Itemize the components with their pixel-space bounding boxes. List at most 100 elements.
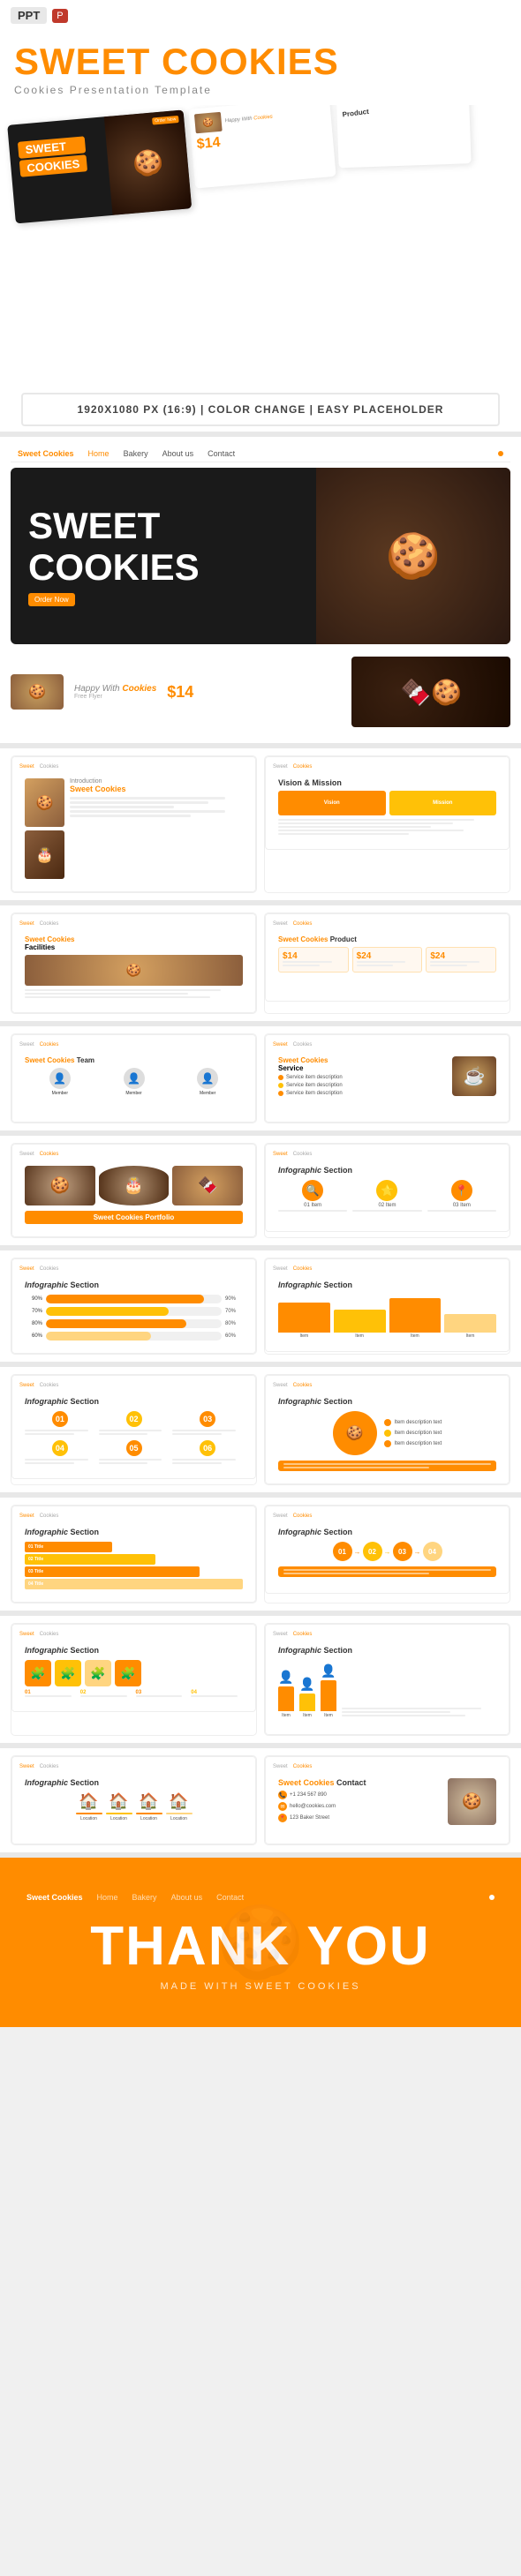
portfolio-slide: Sweet Cookies 🍪 🎂 🍫 Sweet Cookies Portfo… xyxy=(11,1144,256,1237)
pyramid-step-4: 04 Title xyxy=(25,1579,243,1589)
house-line-2 xyxy=(106,1813,132,1814)
vbar-label-4: Item xyxy=(444,1333,496,1339)
house-icon-3: 🏠 xyxy=(139,1792,158,1811)
num-info-row-1: Sweet Cookies Infographic Section 01 xyxy=(0,1367,521,1492)
team-slide: Sweet Cookies Sweet Cookies Team 👤 Membe… xyxy=(11,1034,256,1123)
num-item-3: 03 xyxy=(172,1411,243,1437)
ty-nav-about[interactable]: About us xyxy=(171,1893,203,1902)
pyramid-title: Infographic Section xyxy=(278,1528,496,1536)
info1-nav-active: Sweet xyxy=(273,1152,288,1157)
puzzle-content: Infographic Section 🧩 🧩 🧩 🧩 01 02 xyxy=(19,1641,248,1702)
icon-item-2: ⭐ 02 Item xyxy=(352,1180,421,1212)
product-slide: Sweet Cookies Sweet Cookies Product $14 xyxy=(265,913,510,1002)
ni1-nav-b: Cookies xyxy=(40,1383,59,1388)
intro-lines xyxy=(70,797,243,817)
num-lines-2 xyxy=(99,1430,170,1435)
pyramid-step-1: 01 Title xyxy=(25,1542,112,1552)
si-dot-2 xyxy=(278,1083,283,1088)
pyramid-label-3: 03 Title xyxy=(28,1569,43,1574)
portfolio-img-2: 🎂 xyxy=(99,1166,170,1205)
house-label-3: Location xyxy=(140,1816,157,1821)
puz-line-2 xyxy=(80,1695,127,1697)
port-nav-sweet: Sweet xyxy=(19,1152,34,1157)
num-badge-3: 03 xyxy=(200,1411,215,1427)
intro-title: Sweet Cookies xyxy=(70,785,243,793)
arrow-title: Infographic Section xyxy=(25,1528,243,1536)
intro-vision-row: Sweet Cookies 🍪 🎂 Introduction Sweet Coo… xyxy=(0,748,521,900)
hero-order-btn[interactable]: Order Now xyxy=(28,593,75,606)
bars2-content: Infographic Section Item Item xyxy=(273,1275,502,1344)
bars1-nav-b: Cookies xyxy=(40,1266,59,1272)
ppt-icon: P xyxy=(52,9,67,23)
si-dot-3 xyxy=(278,1091,283,1096)
nav-item-home[interactable]: Home xyxy=(88,449,109,458)
fac-line-3 xyxy=(25,996,210,998)
person-col-3: 👤 Item xyxy=(321,1664,336,1718)
ty-nav-home[interactable]: Home xyxy=(97,1893,118,1902)
vbar-label-3: Item xyxy=(389,1333,442,1339)
intro-subtitle: Introduction xyxy=(70,778,243,785)
nav-item-bakery[interactable]: Bakery xyxy=(124,449,148,458)
intro-line-3 xyxy=(70,806,174,808)
house-line-4 xyxy=(166,1813,193,1814)
ni2-nav-b: Cookies xyxy=(293,1383,313,1388)
nav-item-contact[interactable]: Contact xyxy=(208,449,235,458)
ty-nav-bakery[interactable]: Bakery xyxy=(132,1893,157,1902)
ci-2: Item description text xyxy=(384,1430,442,1437)
introduction-slide-wrap: Sweet Cookies 🍪 🎂 Introduction Sweet Coo… xyxy=(11,755,257,893)
process-circle-1: 01 xyxy=(333,1542,352,1561)
house-icon-4: 🏠 xyxy=(169,1792,188,1811)
puz-italic: Infographic xyxy=(25,1646,68,1655)
bars1-italic: Infographic xyxy=(25,1280,68,1289)
service-slide-wrap: Sweet Cookies Sweet Cookies Service Serv… xyxy=(264,1033,510,1123)
team-title-main: Sweet Cookies xyxy=(25,1056,74,1064)
info1-title-italic: Infographic xyxy=(278,1166,321,1175)
ppt-label: PPT xyxy=(11,7,47,24)
pyr-italic: Infographic xyxy=(278,1528,321,1536)
vm-title: Vision & Mission xyxy=(278,778,496,787)
hero-title-sweet: SWEET xyxy=(28,506,298,546)
puz-nav-a: Sweet xyxy=(19,1632,34,1637)
team-slide-wrap: Sweet Cookies Sweet Cookies Team 👤 Membe… xyxy=(11,1033,257,1123)
nav-item-about[interactable]: About us xyxy=(162,449,194,458)
pyramid-steps: 01 Title 02 Title 03 Title 04 Title xyxy=(25,1542,243,1589)
vertical-bars-wrap: Item Item Item xyxy=(278,1295,496,1339)
preview-product-title: Product xyxy=(342,108,369,119)
product-slide-wrap: Sweet Cookies Sweet Cookies Product $14 xyxy=(264,912,510,1014)
cont-nav-a: Sweet xyxy=(273,1764,288,1769)
port-nav: Sweet Cookies xyxy=(19,1152,248,1157)
num-badge-4: 04 xyxy=(52,1440,68,1456)
icon-circle-2: ⭐ xyxy=(376,1180,397,1201)
ci-dot-1 xyxy=(384,1419,391,1426)
num-badge-2: 02 xyxy=(126,1411,142,1427)
service-nav-sweet: Sweet xyxy=(273,1042,288,1048)
introduction-slide: Sweet Cookies 🍪 🎂 Introduction Sweet Coo… xyxy=(11,756,256,892)
person-icon-1: 👤 xyxy=(278,1670,293,1685)
contact-phone-icon: 📞 xyxy=(278,1791,287,1799)
team-members: 👤 Member 👤 Member 👤 Member xyxy=(25,1068,243,1096)
pyramid-slide-wrap: Sweet Cookies Infographic Section 01 → 0… xyxy=(264,1505,510,1603)
vm-content: Vision & Mission Vision Mission xyxy=(273,773,502,842)
main-nav-bar: Sweet Cookies Home Bakery About us Conta… xyxy=(11,446,510,462)
service-img: ☕ xyxy=(452,1056,496,1096)
team-name-2: Member xyxy=(99,1091,170,1096)
product-cards: $14 $24 $24 xyxy=(278,947,496,973)
fac-content: Sweet Cookies Facilities 🍪 xyxy=(19,930,248,1005)
proc-banner-line-2 xyxy=(283,1573,429,1574)
portfolio-slide-wrap: Sweet Cookies 🍪 🎂 🍫 Sweet Cookies Portfo… xyxy=(11,1143,257,1238)
svc-title-main: Sweet Cookies xyxy=(278,1056,328,1064)
info1-nav-cookies: Cookies xyxy=(293,1152,313,1157)
process-arrow-1: → xyxy=(354,1548,361,1556)
team-title-sub: Team xyxy=(77,1056,94,1064)
house-item-2: 🏠 Location xyxy=(106,1792,132,1821)
ni1-nav-a: Sweet xyxy=(19,1383,34,1388)
person-col-2: 👤 Item xyxy=(299,1677,315,1718)
puzzle-1: 🧩 xyxy=(25,1660,51,1686)
cont-nav-b: Cookies xyxy=(293,1764,313,1769)
team-nav-cookies: Cookies xyxy=(40,1042,59,1048)
team-content: Sweet Cookies Team 👤 Member 👤 Member 👤 M… xyxy=(19,1051,248,1101)
person-bar-2 xyxy=(299,1694,315,1711)
puz-nav-b: Cookies xyxy=(40,1632,59,1637)
house-item-1: 🏠 Location xyxy=(76,1792,102,1821)
num-lines-5 xyxy=(99,1459,170,1464)
